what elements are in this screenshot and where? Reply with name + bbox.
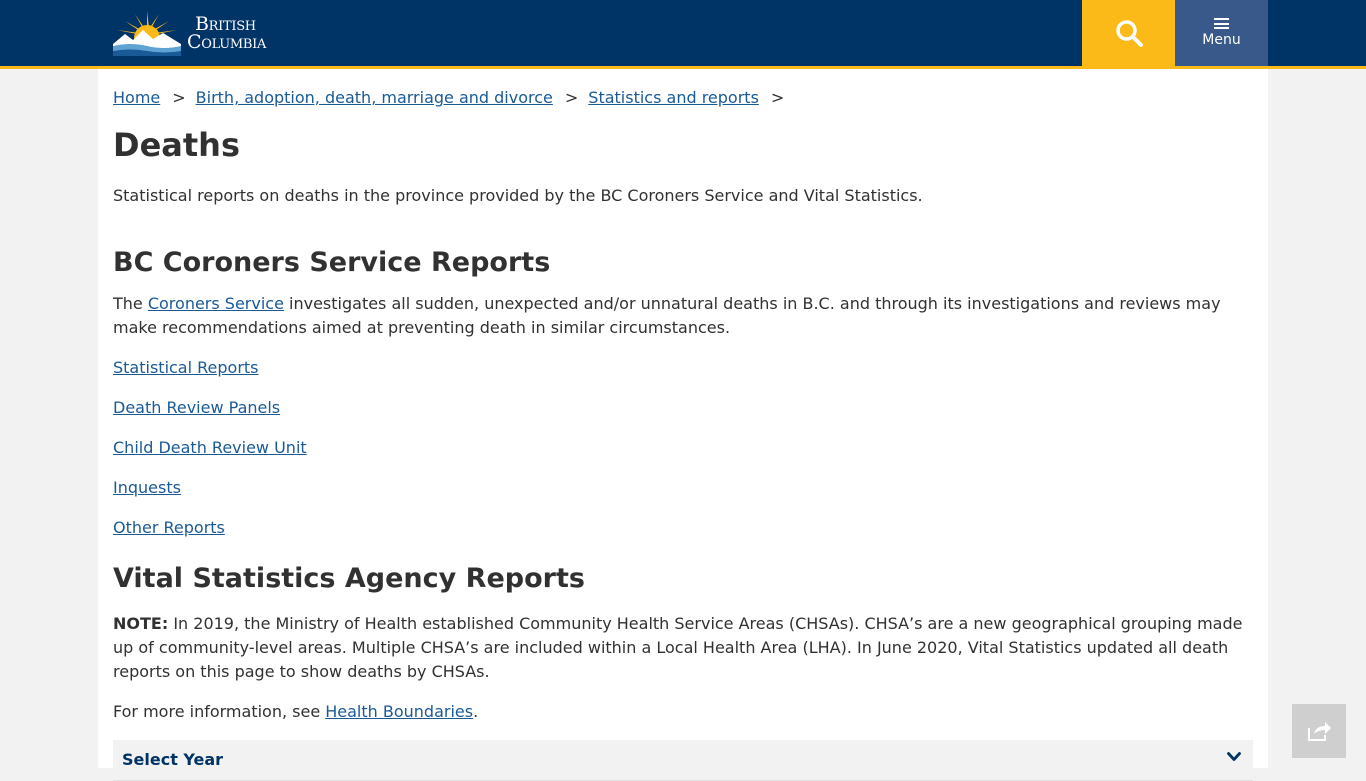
breadcrumb-home[interactable]: Home (113, 88, 160, 107)
bc-logo-text: British Columbia (187, 14, 267, 53)
chsa-note: NOTE: In 2019, the Ministry of Health es… (113, 612, 1243, 684)
bc-logo-icon (113, 11, 181, 56)
breadcrumb-separator: > (770, 88, 785, 107)
note-text: In 2019, the Ministry of Health establis… (113, 614, 1243, 681)
coroners-text-before: The (113, 294, 148, 313)
bc-logo-link[interactable]: British Columbia (113, 10, 266, 56)
more-information: For more information, see Health Boundar… (113, 700, 478, 724)
search-icon (1115, 20, 1143, 47)
vital-statistics-heading: Vital Statistics Agency Reports (113, 563, 585, 594)
more-info-period: . (473, 702, 479, 721)
share-button[interactable] (1292, 704, 1346, 758)
child-death-review-unit-link[interactable]: Child Death Review Unit (113, 436, 307, 460)
main-content: Home > Birth, adoption, death, marriage an… (98, 69, 1268, 781)
note-label: NOTE: (113, 614, 169, 633)
other-reports-link[interactable]: Other Reports (113, 516, 225, 540)
breadcrumb-birth-adoption-death[interactable]: Birth, adoption, death, marriage and div… (196, 88, 553, 107)
search-button[interactable] (1082, 0, 1175, 66)
coroners-service-link[interactable]: Coroners Service (148, 294, 284, 313)
select-year-accordion[interactable]: Select Year (113, 740, 1253, 781)
health-boundaries-link[interactable]: Health Boundaries (325, 702, 473, 721)
breadcrumb-separator: > (564, 88, 579, 107)
more-info-text: For more information, see (113, 702, 326, 721)
death-review-panels-link[interactable]: Death Review Panels (113, 396, 280, 420)
statistical-reports-link[interactable]: Statistical Reports (113, 356, 259, 380)
select-year-label: Select Year (122, 750, 224, 769)
menu-label: Menu (1202, 32, 1241, 48)
page-intro: Statistical reports on deaths in the pro… (113, 186, 923, 205)
breadcrumb: Home > Birth, adoption, death, marriage an… (113, 88, 794, 107)
top-navigation-bar: British Columbia Menu (0, 0, 1366, 69)
menu-icon (1214, 18, 1229, 29)
breadcrumb-separator: > (172, 88, 186, 107)
page-title: Deaths (113, 126, 240, 164)
coroners-description: The Coroners Service investigates all su… (113, 292, 1233, 340)
share-icon (1308, 722, 1331, 741)
breadcrumb-statistics-reports[interactable]: Statistics and reports (588, 88, 759, 107)
inquests-link[interactable]: Inquests (113, 476, 181, 500)
chevron-down-icon (1227, 752, 1241, 761)
coroners-heading: BC Coroners Service Reports (113, 247, 551, 278)
logo-line-2: Columbia (187, 31, 267, 53)
menu-button[interactable]: Menu (1175, 0, 1268, 66)
